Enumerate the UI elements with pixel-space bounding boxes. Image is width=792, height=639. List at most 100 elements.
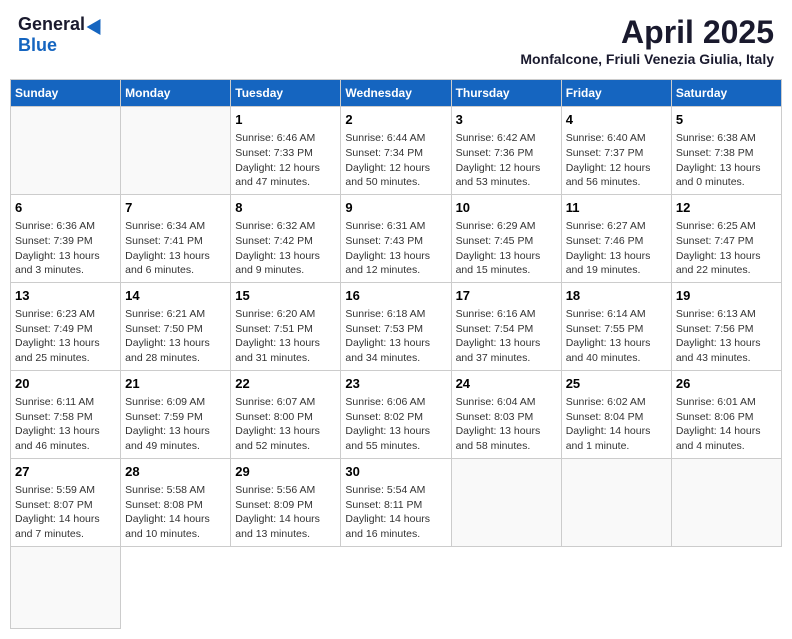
day-info: Sunrise: 6:25 AM Sunset: 7:47 PM Dayligh… [676,219,777,278]
page-header: General Blue April 2025 Monfalcone, Friu… [10,10,782,71]
day-info: Sunrise: 5:54 AM Sunset: 8:11 PM Dayligh… [345,483,446,542]
calendar-day-cell: 21 Sunrise: 6:09 AM Sunset: 7:59 PM Dayli… [121,370,231,458]
day-info: Sunrise: 6:38 AM Sunset: 7:38 PM Dayligh… [676,131,777,190]
day-number: 11 [566,199,667,217]
calendar-day-cell: 22Sunrise: 6:07 AM Sunset: 8:00 PM Dayli… [231,370,341,458]
calendar-day-cell [11,546,121,628]
day-number: 6 [15,199,116,217]
day-number: 5 [676,111,777,129]
calendar-day-cell: 11Sunrise: 6:27 AM Sunset: 7:46 PM Dayli… [561,194,671,282]
calendar-day-cell: 27Sunrise: 5:59 AM Sunset: 8:07 PM Dayli… [11,458,121,546]
weekday-header: Wednesday [341,80,451,107]
day-number: 21 [125,375,226,393]
day-number: 16 [345,287,446,305]
day-number: 15 [235,287,336,305]
calendar-week-row: 20 Sunrise: 6:11 AM Sunset: 7:58 PM Dayli… [11,370,782,458]
day-number: 13 [15,287,116,305]
calendar-day-cell: 4Sunrise: 6:40 AM Sunset: 7:37 PM Daylig… [561,107,671,195]
day-number: 26 [676,375,777,393]
day-info: Sunrise: 6:09 AM Sunset: 7:59 PM Dayligh… [125,395,226,454]
day-info: Sunrise: 6:06 AM Sunset: 8:02 PM Dayligh… [345,395,446,454]
calendar-day-cell: 7 Sunrise: 6:34 AM Sunset: 7:41 PM Daylig… [121,194,231,282]
calendar-day-cell: 25 Sunrise: 6:02 AM Sunset: 8:04 PM Dayli… [561,370,671,458]
day-info: Sunrise: 6:18 AM Sunset: 7:53 PM Dayligh… [345,307,446,366]
calendar-day-cell: 24Sunrise: 6:04 AM Sunset: 8:03 PM Dayli… [451,370,561,458]
day-info: Sunrise: 6:14 AM Sunset: 7:55 PM Dayligh… [566,307,667,366]
calendar-day-cell: 5 Sunrise: 6:38 AM Sunset: 7:38 PM Daylig… [671,107,781,195]
day-info: Sunrise: 6:02 AM Sunset: 8:04 PM Dayligh… [566,395,667,454]
calendar-day-cell: 20 Sunrise: 6:11 AM Sunset: 7:58 PM Dayli… [11,370,121,458]
calendar-day-cell: 1 Sunrise: 6:46 AM Sunset: 7:33 PM Daylig… [231,107,341,195]
calendar-week-row: 13 Sunrise: 6:23 AM Sunset: 7:49 PM Dayli… [11,282,782,370]
weekday-header: Tuesday [231,80,341,107]
day-info: Sunrise: 6:07 AM Sunset: 8:00 PM Dayligh… [235,395,336,454]
day-number: 7 [125,199,226,217]
calendar-day-cell: 15 Sunrise: 6:20 AM Sunset: 7:51 PM Dayli… [231,282,341,370]
calendar-table: SundayMondayTuesdayWednesdayThursdayFrid… [10,79,782,629]
day-number: 14 [125,287,226,305]
day-number: 28 [125,463,226,481]
logo-triangle-icon [87,14,108,34]
day-number: 3 [456,111,557,129]
day-info: Sunrise: 6:44 AM Sunset: 7:34 PM Dayligh… [345,131,446,190]
calendar-day-cell: 10Sunrise: 6:29 AM Sunset: 7:45 PM Dayli… [451,194,561,282]
day-info: Sunrise: 5:58 AM Sunset: 8:08 PM Dayligh… [125,483,226,542]
day-info: Sunrise: 6:29 AM Sunset: 7:45 PM Dayligh… [456,219,557,278]
calendar-location: Monfalcone, Friuli Venezia Giulia, Italy [520,51,774,67]
day-number: 8 [235,199,336,217]
day-info: Sunrise: 6:01 AM Sunset: 8:06 PM Dayligh… [676,395,777,454]
calendar-day-cell: 12 Sunrise: 6:25 AM Sunset: 7:47 PM Dayli… [671,194,781,282]
calendar-day-cell [561,458,671,546]
day-info: Sunrise: 6:13 AM Sunset: 7:56 PM Dayligh… [676,307,777,366]
day-info: Sunrise: 5:59 AM Sunset: 8:07 PM Dayligh… [15,483,116,542]
calendar-day-cell [11,107,121,195]
weekday-header: Thursday [451,80,561,107]
calendar-day-cell [121,107,231,195]
day-number: 20 [15,375,116,393]
day-info: Sunrise: 6:32 AM Sunset: 7:42 PM Dayligh… [235,219,336,278]
logo-general: General [18,14,85,35]
day-number: 25 [566,375,667,393]
day-info: Sunrise: 6:16 AM Sunset: 7:54 PM Dayligh… [456,307,557,366]
day-number: 18 [566,287,667,305]
day-info: Sunrise: 6:11 AM Sunset: 7:58 PM Dayligh… [15,395,116,454]
day-info: Sunrise: 6:04 AM Sunset: 8:03 PM Dayligh… [456,395,557,454]
weekday-header: Friday [561,80,671,107]
day-number: 4 [566,111,667,129]
calendar-day-cell: 19 Sunrise: 6:13 AM Sunset: 7:56 PM Dayli… [671,282,781,370]
calendar-day-cell: 26 Sunrise: 6:01 AM Sunset: 8:06 PM Dayli… [671,370,781,458]
day-number: 29 [235,463,336,481]
calendar-day-cell: 2 Sunrise: 6:44 AM Sunset: 7:34 PM Daylig… [341,107,451,195]
calendar-week-row: 6 Sunrise: 6:36 AM Sunset: 7:39 PM Daylig… [11,194,782,282]
calendar-day-cell [671,458,781,546]
logo-blue: Blue [18,35,57,56]
calendar-day-cell: 9Sunrise: 6:31 AM Sunset: 7:43 PM Daylig… [341,194,451,282]
calendar-day-cell: 6 Sunrise: 6:36 AM Sunset: 7:39 PM Daylig… [11,194,121,282]
calendar-day-cell: 28 Sunrise: 5:58 AM Sunset: 8:08 PM Dayli… [121,458,231,546]
day-info: Sunrise: 6:31 AM Sunset: 7:43 PM Dayligh… [345,219,446,278]
day-number: 1 [235,111,336,129]
calendar-day-cell: 23Sunrise: 6:06 AM Sunset: 8:02 PM Dayli… [341,370,451,458]
day-info: Sunrise: 6:21 AM Sunset: 7:50 PM Dayligh… [125,307,226,366]
day-info: Sunrise: 6:46 AM Sunset: 7:33 PM Dayligh… [235,131,336,190]
day-info: Sunrise: 6:36 AM Sunset: 7:39 PM Dayligh… [15,219,116,278]
day-number: 2 [345,111,446,129]
calendar-day-cell [451,458,561,546]
calendar-day-cell: 8 Sunrise: 6:32 AM Sunset: 7:42 PM Daylig… [231,194,341,282]
calendar-day-cell: 16 Sunrise: 6:18 AM Sunset: 7:53 PM Dayli… [341,282,451,370]
day-number: 17 [456,287,557,305]
calendar-day-cell: 14 Sunrise: 6:21 AM Sunset: 7:50 PM Dayli… [121,282,231,370]
day-info: Sunrise: 6:20 AM Sunset: 7:51 PM Dayligh… [235,307,336,366]
calendar-week-row: 27Sunrise: 5:59 AM Sunset: 8:07 PM Dayli… [11,458,782,546]
day-info: Sunrise: 6:34 AM Sunset: 7:41 PM Dayligh… [125,219,226,278]
day-info: Sunrise: 6:23 AM Sunset: 7:49 PM Dayligh… [15,307,116,366]
calendar-title: April 2025 [520,14,774,51]
calendar-week-row [11,546,782,628]
weekday-header: Saturday [671,80,781,107]
day-number: 12 [676,199,777,217]
weekday-header: Monday [121,80,231,107]
weekday-header-row: SundayMondayTuesdayWednesdayThursdayFrid… [11,80,782,107]
calendar-week-row: 1 Sunrise: 6:46 AM Sunset: 7:33 PM Daylig… [11,107,782,195]
calendar-day-cell: 30Sunrise: 5:54 AM Sunset: 8:11 PM Dayli… [341,458,451,546]
day-number: 19 [676,287,777,305]
